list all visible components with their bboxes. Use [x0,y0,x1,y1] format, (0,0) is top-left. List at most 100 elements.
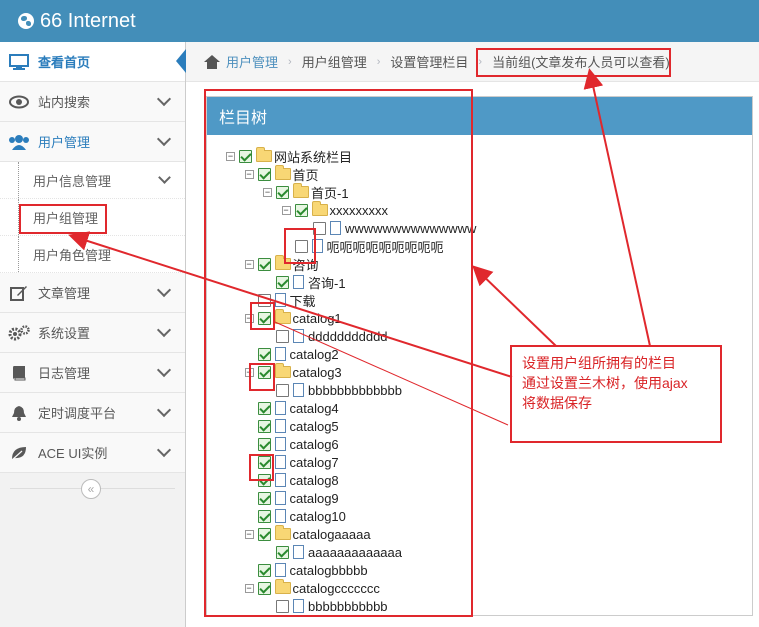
tree-node-label[interactable]: catalog6 [290,437,339,452]
tree-node[interactable]: catalogbbbbb [245,561,368,579]
tree-node[interactable]: − 咨询 [244,255,319,274]
tree-checkbox[interactable] [276,383,289,397]
tree-node-label[interactable]: 网站系统栏目 [274,147,352,166]
sidebar-item-home[interactable]: 查看首页 [0,42,186,82]
tree-node-label[interactable]: catalog4 [290,401,339,416]
tree-node[interactable]: − 首页-1 [263,183,349,201]
tree-expander-icon[interactable]: − [263,187,272,197]
tree-node[interactable]: aaaaaaaaaaaaa [263,543,402,561]
tree-node-label[interactable]: 咨询 [293,255,319,274]
tree-checkbox[interactable] [257,293,271,307]
tree-checkbox[interactable] [294,239,308,253]
tree-checkbox[interactable] [239,149,252,163]
tree-checkbox[interactable] [257,473,271,487]
sidebar-item-settings[interactable]: 系统设置 [0,313,185,353]
tree-node[interactable]: catalog10 [245,507,346,525]
tree-node[interactable]: − 网站系统栏目 [226,147,352,165]
sidebar-item-ace-ui[interactable]: ACE UI实例 [0,433,185,473]
tree-expander-icon[interactable]: − [226,151,235,161]
home-icon[interactable] [204,54,220,69]
tree-checkbox[interactable] [276,275,289,289]
tree-checkbox[interactable] [257,347,271,361]
tree-expander-icon[interactable]: − [281,205,291,215]
breadcrumb-item[interactable]: 用户管理 [226,52,278,71]
sidebar-item-articles[interactable]: 文章管理 [0,273,185,313]
tree-node-label[interactable]: catalog7 [290,455,339,470]
tree-checkbox[interactable] [257,257,271,271]
tree-node-label[interactable]: wwwwwwwwwwwwww [345,221,476,236]
tree-checkbox[interactable] [257,311,271,325]
sidebar-item-scheduler[interactable]: 定时调度平台 [0,393,185,433]
tree-expander-icon[interactable]: − [244,259,254,269]
tree-expander-icon[interactable]: − [244,529,254,539]
tree-node[interactable]: 咨询-1 [263,273,346,291]
tree-checkbox[interactable] [257,401,271,415]
tree-checkbox[interactable] [257,527,271,541]
sidebar-subitem-user-role[interactable]: 用户角色管理 [0,236,185,273]
tree-node-label[interactable]: 呃呃呃呃呃呃呃呃呃 [327,237,444,256]
tree-node[interactable]: catalog5 [245,417,339,435]
sidebar-subitem-user-group[interactable]: 用户组管理 [0,199,185,236]
tree-node[interactable]: − catalogccccccc [244,579,380,597]
tree-node[interactable]: − 首页 [244,165,319,184]
tree-node-label[interactable]: bbbbbbbbbbbbb [308,383,402,398]
tree-node-label[interactable]: 咨询-1 [308,273,346,292]
tree-node-label[interactable]: catalogaaaaa [293,527,371,542]
collapse-icon[interactable]: « [81,479,101,499]
tree-checkbox[interactable] [257,419,271,433]
tree-node-label[interactable]: catalog2 [290,347,339,362]
tree-expander-icon[interactable]: − [244,367,254,377]
tree-node-label[interactable]: 首页 [293,165,319,184]
tree-node[interactable]: − catalog3 [244,363,342,381]
tree-checkbox[interactable] [257,437,271,451]
brand[interactable]: 66 Internet [18,10,136,33]
tree-node-label[interactable]: 下载 [290,291,316,310]
sidebar-item-users[interactable]: 用户管理 [0,122,185,162]
breadcrumb-item[interactable]: 用户组管理 [302,52,367,71]
tree-node[interactable]: catalog7 [245,453,339,471]
tree-node-label[interactable]: catalog3 [293,365,342,380]
sidebar-item-logs[interactable]: 日志管理 [0,353,185,393]
tree-checkbox[interactable] [276,185,289,199]
tree-node-label[interactable]: 首页-1 [311,183,349,202]
tree-node-label[interactable]: catalog8 [290,473,339,488]
tree-node[interactable]: 呃呃呃呃呃呃呃呃呃 [282,237,444,255]
tree-node-label[interactable]: bbbbbbbbbbb [308,599,388,614]
sidebar-item-search[interactable]: 站内搜索 [0,82,185,122]
tree-node-label[interactable]: catalog10 [290,509,346,524]
tree-node[interactable]: − xxxxxxxxx [281,201,389,219]
tree-node[interactable]: catalog2 [245,345,339,363]
tree-node[interactable]: catalog6 [245,435,339,453]
tree-expander-icon[interactable]: − [244,169,254,179]
tree-checkbox[interactable] [276,545,289,559]
tree-node-label[interactable]: catalogbbbbb [290,563,368,578]
tree-checkbox[interactable] [294,203,308,217]
tree-node[interactable]: bbbbbbbbbbb [263,597,388,615]
tree-node[interactable]: ddddddddddd [263,327,388,345]
tree-checkbox[interactable] [313,221,326,235]
tree-node[interactable]: bbbbbbbbbbbbb [263,381,402,399]
tree-node[interactable]: 下载 [245,291,316,309]
tree-checkbox[interactable] [257,167,271,181]
tree-checkbox[interactable] [257,455,271,469]
tree-checkbox[interactable] [257,581,271,595]
tree-node[interactable]: catalog9 [245,489,339,507]
tree-checkbox[interactable] [276,329,289,343]
tree-checkbox[interactable] [257,365,271,379]
tree-checkbox[interactable] [276,599,289,613]
tree-node[interactable]: catalog4 [245,399,339,417]
tree-checkbox[interactable] [257,509,271,523]
tree-node-label[interactable]: xxxxxxxxx [330,203,389,218]
tree-expander-icon[interactable]: − [244,313,254,323]
tree-node-label[interactable]: catalog5 [290,419,339,434]
tree-checkbox[interactable] [257,491,271,505]
breadcrumb-item[interactable]: 设置管理栏目 [390,52,468,71]
tree-node-label[interactable]: ddddddddddd [308,329,388,344]
tree-node[interactable]: − catalogaaaaa [244,525,371,543]
tree-node-label[interactable]: catalog9 [290,491,339,506]
tree-node[interactable]: catalog8 [245,471,339,489]
tree-node[interactable]: − catalog1 [244,309,342,327]
tree-node[interactable]: wwwwwwwwwwwwww [300,219,476,237]
tree-node-label[interactable]: aaaaaaaaaaaaa [308,545,402,560]
sidebar-subitem-user-info[interactable]: 用户信息管理 [0,162,185,199]
